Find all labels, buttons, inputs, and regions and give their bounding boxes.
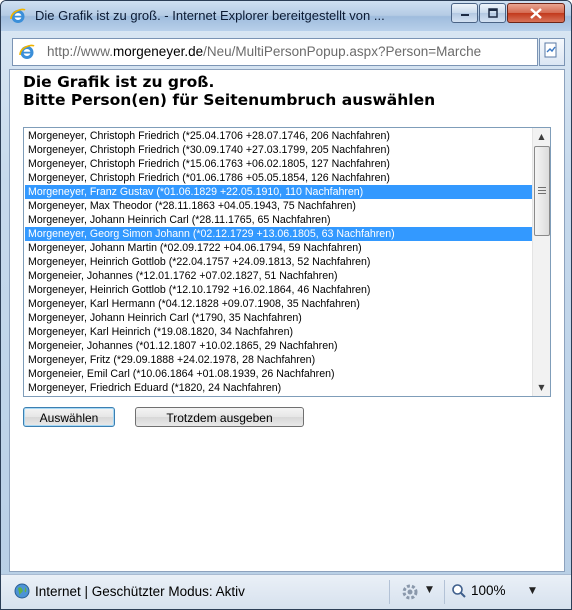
heading-line-1: Die Grafik ist zu groß.	[23, 73, 215, 91]
list-item[interactable]: Morgeneyer, Christoph Friedrich (*30.09.…	[25, 143, 532, 157]
list-item[interactable]: Morgeneier, Johannes (*01.12.1807 +10.02…	[25, 339, 532, 353]
list-item[interactable]: Morgeneyer, Georg Simon Johann (*02.12.1…	[25, 227, 532, 241]
chevron-down-icon: ▼	[426, 585, 433, 595]
page-content: Die Grafik ist zu groß. Bitte Person(en)…	[9, 69, 565, 572]
grip-line	[538, 193, 546, 194]
globe-icon	[14, 583, 30, 599]
list-item[interactable]: Morgeneyer, Christoph Friedrich (*15.06.…	[25, 157, 532, 171]
print-anyway-button[interactable]: Trotzdem ausgeben	[135, 407, 304, 427]
minimize-icon	[460, 14, 469, 16]
status-separator	[389, 580, 390, 604]
grip-line	[538, 187, 546, 188]
vertical-scrollbar[interactable]: ▲ ▼	[532, 128, 550, 396]
minimize-button[interactable]	[451, 3, 478, 23]
address-url: http://www.morgeneyer.de/Neu/MultiPerson…	[47, 44, 535, 59]
person-list: Morgeneyer, Christoph Friedrich (*25.04.…	[25, 129, 532, 395]
heading-line-2: Bitte Person(en) für Seitenumbruch auswä…	[23, 91, 436, 109]
url-prefix: http://www.	[47, 44, 114, 59]
list-item[interactable]: Morgeneyer, Friedrich Eduard (*1820, 24 …	[25, 381, 532, 395]
magnifier-icon	[452, 584, 466, 598]
grip-line	[538, 190, 546, 191]
status-bar: Internet | Geschützter Modus: Aktiv ▼ 10…	[1, 574, 571, 609]
list-item[interactable]: Morgeneier, Emil Carl (*10.06.1864 +01.0…	[25, 367, 532, 381]
maximize-icon	[487, 8, 498, 18]
status-separator	[444, 580, 445, 604]
zoom-control[interactable]: 100% ▼	[451, 583, 551, 601]
page-options-button[interactable]	[539, 38, 565, 66]
list-item[interactable]: Morgeneyer, Heinrich Gottlob (*12.10.179…	[25, 283, 532, 297]
maximize-button[interactable]	[479, 3, 506, 23]
zoom-level: 100%	[471, 583, 506, 598]
list-item[interactable]: Morgeneyer, Karl Heinrich (*19.08.1820, …	[25, 325, 532, 339]
list-item[interactable]: Morgeneyer, Fritz (*29.09.1888 +24.02.19…	[25, 353, 532, 367]
security-zone-text: Internet | Geschützter Modus: Aktiv	[35, 584, 245, 599]
person-listbox[interactable]: Morgeneyer, Christoph Friedrich (*25.04.…	[23, 127, 551, 397]
browser-window: Die Grafik ist zu groß. - Internet Explo…	[0, 0, 572, 610]
close-icon	[530, 7, 542, 19]
list-item[interactable]: Morgeneyer, Christoph Friedrich (*01.06.…	[25, 171, 532, 185]
list-item[interactable]: Morgeneyer, Franz Gustav (*01.06.1829 +2…	[25, 185, 532, 199]
address-bar: http://www.morgeneyer.de/Neu/MultiPerson…	[9, 37, 565, 66]
title-bar[interactable]: Die Grafik ist zu groß. - Internet Explo…	[1, 1, 571, 31]
ie-logo-icon	[10, 8, 26, 23]
window-title: Die Grafik ist zu groß. - Internet Explo…	[35, 8, 385, 23]
security-status-button[interactable]: ▼	[398, 581, 438, 603]
list-item[interactable]: Morgeneyer, Karl Hermann (*04.12.1828 +0…	[25, 297, 532, 311]
url-path: /Neu/MultiPersonPopup.aspx?Person=Marche	[203, 44, 482, 59]
scroll-thumb[interactable]	[534, 146, 550, 236]
scroll-down-arrow-icon[interactable]: ▼	[533, 379, 550, 396]
chevron-down-icon: ▼	[529, 586, 536, 596]
list-item[interactable]: Morgeneyer, Johann Martin (*02.09.1722 +…	[25, 241, 532, 255]
close-button[interactable]	[507, 3, 565, 23]
settings-shield-icon	[402, 584, 418, 600]
list-item[interactable]: Morgeneyer, Johann Heinrich Carl (*28.11…	[25, 213, 532, 227]
page-options-icon	[544, 42, 557, 58]
list-item[interactable]: Morgeneyer, Max Theodor (*28.11.1863 +04…	[25, 199, 532, 213]
list-item[interactable]: Morgeneier, Johannes (*12.01.1762 +07.02…	[25, 269, 532, 283]
list-item[interactable]: Morgeneyer, Christoph Friedrich (*25.04.…	[25, 129, 532, 143]
page-heading: Die Grafik ist zu groß. Bitte Person(en)…	[23, 73, 435, 109]
address-field[interactable]: http://www.morgeneyer.de/Neu/MultiPerson…	[12, 38, 538, 66]
list-item[interactable]: Morgeneyer, Johann Heinrich Carl (*1790,…	[25, 311, 532, 325]
list-item[interactable]: Morgeneyer, Heinrich Gottlob (*22.04.175…	[25, 255, 532, 269]
select-button[interactable]: Auswählen	[23, 407, 115, 427]
page-icon	[19, 44, 35, 59]
scroll-up-arrow-icon[interactable]: ▲	[533, 128, 550, 145]
url-domain: morgeneyer.de	[113, 44, 204, 59]
